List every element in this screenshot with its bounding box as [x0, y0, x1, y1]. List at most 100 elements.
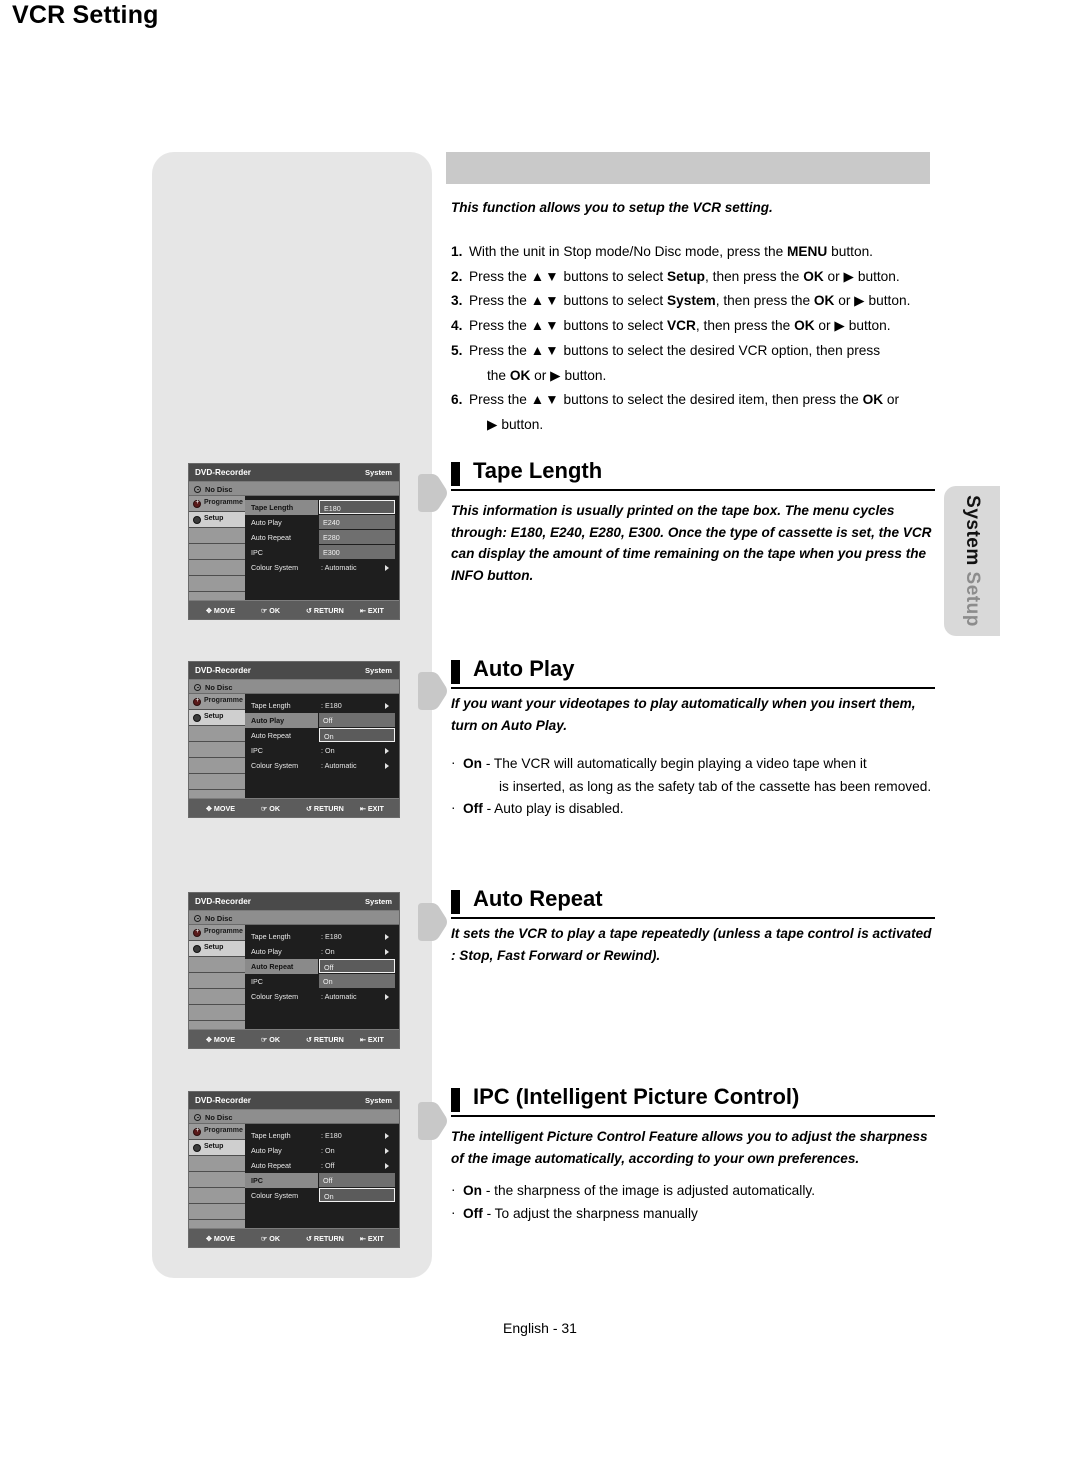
osd-option-chip[interactable]: Off [319, 959, 395, 973]
osd-footer-bar: ✥ MOVE ☞ OK ↺ RETURN ⇤ EXIT [189, 798, 399, 817]
osd-brand: DVD-Recorder [195, 666, 251, 675]
step-number: 6. [451, 392, 463, 408]
osd-menu-row[interactable]: Auto Play: On [245, 1143, 393, 1158]
osd-footer-move[interactable]: ✥ MOVE [206, 1035, 235, 1044]
osd-footer-bar: ✥ MOVE ☞ OK ↺ RETURN ⇤ EXIT [189, 1228, 399, 1247]
osd-option-chip[interactable]: E180 [319, 500, 395, 514]
osd-menu-row[interactable]: Colour System: Automatic [245, 989, 393, 1004]
osd-footer-exit[interactable]: ⇤ EXIT [360, 606, 384, 615]
step-item: 6. Press the ▲▼ buttons to select the des… [451, 388, 943, 437]
osd-menu-row[interactable]: Colour System: Automatic [245, 560, 393, 575]
osd-footer-return[interactable]: ↺ RETURN [306, 1035, 344, 1044]
bullet-text: - To adjust the sharpness manually [482, 1205, 698, 1221]
osd-row-value: : E180 [321, 701, 342, 711]
osd-menu-row[interactable]: Tape Length: E180 [245, 929, 393, 944]
osd-sidebar-filler [189, 1005, 245, 1021]
osd-disc-status: No Disc [189, 680, 399, 694]
osd-sidebar-filler [189, 560, 245, 576]
osd-sidebar-item-setup[interactable]: Setup [189, 710, 245, 726]
chevron-right-icon [385, 933, 389, 940]
step-text: With the unit in Stop mode/No Disc mode,… [469, 244, 873, 259]
osd-sidebar-label: Setup [204, 713, 224, 720]
osd-sidebar-item-programme[interactable]: Programme [189, 925, 245, 941]
osd-menu-row[interactable]: Tape Length: E180 [245, 698, 393, 713]
bullet-item: · Off - Auto play is disabled. [451, 798, 937, 821]
osd-disc-label: No Disc [205, 914, 233, 923]
osd-sidebar-item-setup[interactable]: Setup [189, 1140, 245, 1156]
osd-option-label: E180 [324, 504, 341, 513]
heading-rule [451, 687, 935, 689]
osd-footer-glyph: ✥ [206, 1236, 212, 1243]
side-index-tab: System Setup [944, 486, 1000, 636]
osd-footer-ok[interactable]: ☞ OK [261, 1035, 280, 1044]
osd-footer-return[interactable]: ↺ RETURN [306, 606, 344, 615]
bullet-item: · On - The VCR will automatically begin p… [451, 753, 937, 798]
osd-sidebar-item-setup[interactable]: Setup [189, 941, 245, 957]
osd-sidebar-label: Setup [204, 515, 224, 522]
osd-footer-glyph: ↺ [306, 1037, 312, 1044]
osd-option-chip[interactable]: Off [319, 1173, 395, 1187]
bullet-dot: · [451, 800, 456, 815]
osd-footer-glyph: ☞ [261, 1236, 268, 1243]
page-title-bar [446, 152, 930, 184]
osd-option-chip[interactable]: On [319, 728, 395, 742]
bullet-item: · On - the sharpness of the image is adju… [451, 1180, 937, 1203]
osd-tape-length: DVD-Recorder System No Disc Programme Setup T… [188, 463, 400, 620]
osd-option-chip[interactable]: On [319, 1188, 395, 1202]
osd-footer-ok[interactable]: ☞ OK [261, 1234, 280, 1243]
osd-sidebar-item-setup[interactable]: Setup [189, 512, 245, 528]
osd-footer-move[interactable]: ✥ MOVE [206, 804, 235, 813]
osd-ipc: DVD-Recorder System No Disc Programme Setup T… [188, 1091, 400, 1248]
osd-menu-row[interactable]: Auto Repeat: Off [245, 1158, 393, 1173]
osd-sidebar-filler [189, 774, 245, 790]
osd-sidebar-filler [189, 1156, 245, 1172]
osd-footer-exit[interactable]: ⇤ EXIT [360, 804, 384, 813]
osd-body: Programme Setup Tape Length Auto Play Auto R… [189, 496, 399, 608]
osd-disc-label: No Disc [205, 683, 233, 692]
osd-option-label: Off [323, 1176, 333, 1185]
osd-menu-row[interactable]: IPC: On [245, 743, 393, 758]
osd-option-chip[interactable]: On [319, 974, 395, 988]
gear-icon [193, 713, 201, 722]
osd-footer-return[interactable]: ↺ RETURN [306, 804, 344, 813]
osd-sidebar-item-programme[interactable]: Programme [189, 694, 245, 710]
side-index-tab-label: System Setup [944, 486, 1000, 636]
osd-sidebar-item-programme[interactable]: Programme [189, 1124, 245, 1140]
osd-footer-glyph: ⇤ [360, 1236, 366, 1243]
osd-menu-row[interactable]: Colour System: Automatic [245, 758, 393, 773]
osd-menu-row[interactable]: Tape Length: E180 [245, 1128, 393, 1143]
disc-icon [194, 485, 201, 493]
osd-menu-row[interactable]: Auto Play: On [245, 944, 393, 959]
heading-accent-bar [451, 1088, 460, 1112]
disc-icon [194, 914, 201, 922]
osd-footer-bar: ✥ MOVE ☞ OK ↺ RETURN ⇤ EXIT [189, 600, 399, 619]
osd-footer-exit[interactable]: ⇤ EXIT [360, 1035, 384, 1044]
osd-option-chip[interactable]: E280 [319, 530, 395, 544]
step-text: Press the ▲▼ buttons to select System, t… [469, 293, 911, 309]
pointer-arrow-icon [418, 901, 448, 943]
heading-title: Auto Play [473, 656, 575, 681]
step-text: Press the ▲▼ buttons to select Setup, th… [469, 268, 900, 284]
osd-footer-exit[interactable]: ⇤ EXIT [360, 1234, 384, 1243]
osd-option-chip[interactable]: Off [319, 713, 395, 727]
osd-footer-move[interactable]: ✥ MOVE [206, 1234, 235, 1243]
osd-sidebar-label: Programme [204, 928, 243, 935]
osd-option-chip[interactable]: E240 [319, 515, 395, 529]
osd-sidebar-item-programme[interactable]: Programme [189, 496, 245, 512]
osd-sidebar: Programme Setup [189, 694, 245, 806]
osd-footer-move[interactable]: ✥ MOVE [206, 606, 235, 615]
osd-footer-return[interactable]: ↺ RETURN [306, 1234, 344, 1243]
step-number: 5. [451, 342, 463, 358]
bullet-key: Off [463, 1205, 483, 1221]
chevron-right-icon [385, 702, 389, 709]
osd-footer-ok[interactable]: ☞ OK [261, 606, 280, 615]
osd-menu-list: Tape Length: E180 Auto Play: On Auto Repea… [245, 1124, 399, 1230]
bullet-item: · Off - To adjust the sharpness manually [451, 1203, 937, 1226]
osd-option-chip[interactable]: E300 [319, 545, 395, 559]
osd-footer-ok[interactable]: ☞ OK [261, 804, 280, 813]
bullet-dot: · [451, 1182, 456, 1197]
osd-row-label: Tape Length [251, 932, 291, 942]
osd-option-label: Off [324, 963, 334, 972]
osd-row-label: Colour System [251, 992, 299, 1002]
step-number: 2. [451, 268, 463, 284]
